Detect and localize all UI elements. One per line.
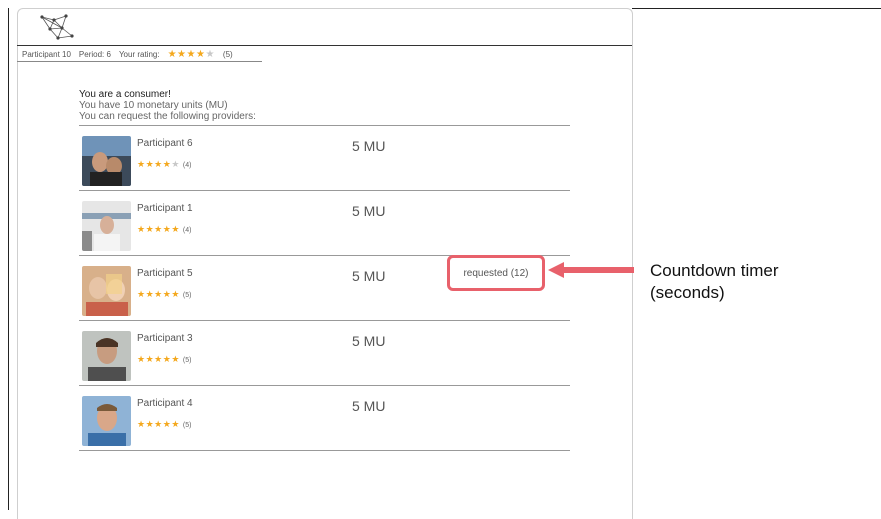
rating-count: (5) xyxy=(182,422,192,429)
frame-edge-top xyxy=(632,8,881,9)
star-icon: ★ xyxy=(171,419,180,429)
provider-row[interactable]: Participant 6 ★★★★★ (4) 5 MU xyxy=(79,126,570,191)
star-icon: ★ xyxy=(171,289,180,299)
star-icon: ★ xyxy=(145,289,155,299)
annotation-line-2: (seconds) xyxy=(650,283,725,302)
star-icon: ★ xyxy=(154,289,163,299)
star-icon: ★ xyxy=(137,354,146,364)
rating-count: (5) xyxy=(182,357,192,364)
star-icon: ★ xyxy=(205,49,215,60)
request-status-badge[interactable]: requested (12) xyxy=(447,255,545,291)
provider-row[interactable]: Participant 3 ★★★★★ (5) 5 MU xyxy=(79,321,570,386)
provider-rating: ★★★★★ (5) xyxy=(137,419,191,430)
header-divider xyxy=(17,45,632,46)
balance-text: You have 10 monetary units (MU) xyxy=(79,100,228,111)
frame-edge-left xyxy=(8,8,9,510)
star-icon: ★ xyxy=(137,224,146,234)
avatar xyxy=(82,266,131,316)
star-half-icon: ★ xyxy=(171,224,180,234)
role-heading: You are a consumer! xyxy=(79,89,171,100)
provider-price: 5 MU xyxy=(352,333,386,349)
star-icon: ★ xyxy=(137,289,146,299)
star-icon: ★ xyxy=(177,49,187,60)
star-icon: ★ xyxy=(171,159,180,169)
annotation-callout: Countdown timer (seconds) xyxy=(650,260,779,304)
star-icon: ★ xyxy=(145,224,155,234)
star-icon: ★ xyxy=(186,49,196,60)
provider-price: 5 MU xyxy=(352,398,386,414)
annotation-line-1: Countdown timer xyxy=(650,261,779,280)
provider-row[interactable]: Participant 1 ★★★★★ (4) 5 MU xyxy=(79,191,570,256)
provider-rating: ★★★★★ (4) xyxy=(137,224,191,235)
star-icon: ★ xyxy=(154,419,163,429)
provider-name: Participant 1 xyxy=(137,203,193,214)
star-icon: ★ xyxy=(154,224,163,234)
network-graph-icon xyxy=(40,14,74,40)
rating-count: (4) xyxy=(182,162,192,169)
left-arrow-icon xyxy=(548,262,634,278)
avatar xyxy=(82,331,131,381)
star-icon: ★ xyxy=(167,49,178,60)
request-countdown-text: requested (12) xyxy=(463,267,529,279)
star-icon: ★ xyxy=(137,159,146,169)
avatar xyxy=(82,136,131,186)
rating-count: (5) xyxy=(222,50,233,59)
provider-name: Participant 3 xyxy=(137,333,193,344)
provider-name: Participant 5 xyxy=(137,268,193,279)
star-icon: ★ xyxy=(145,354,155,364)
provider-price: 5 MU xyxy=(352,203,386,219)
period-label: Period: 6 xyxy=(78,50,111,59)
intro-block: You are a consumer! You have 10 monetary… xyxy=(79,89,256,122)
own-rating-stars: ★★★★★ xyxy=(168,49,215,60)
star-icon: ★ xyxy=(154,159,163,169)
instruction-text: You can request the following providers: xyxy=(79,111,256,122)
avatar xyxy=(82,201,131,251)
star-icon: ★ xyxy=(171,354,180,364)
provider-rating: ★★★★★ (5) xyxy=(137,289,191,300)
status-bar: Participant 10 Period: 6 Your rating: ★★… xyxy=(22,49,233,60)
star-icon: ★ xyxy=(145,419,155,429)
star-icon: ★ xyxy=(145,159,155,169)
rating-count: (5) xyxy=(182,292,192,299)
participant-id: Participant 10 xyxy=(22,50,71,59)
provider-price: 5 MU xyxy=(352,268,386,284)
star-icon: ★ xyxy=(154,354,163,364)
rating-label: Your rating: xyxy=(118,50,160,59)
provider-price: 5 MU xyxy=(352,138,386,154)
star-icon: ★ xyxy=(137,419,146,429)
provider-rating: ★★★★★ (4) xyxy=(137,159,191,170)
rating-count: (4) xyxy=(182,227,192,234)
row-divider xyxy=(79,450,570,451)
provider-rating: ★★★★★ (5) xyxy=(137,354,191,365)
provider-name: Participant 4 xyxy=(137,398,193,409)
provider-name: Participant 6 xyxy=(137,138,193,149)
status-divider xyxy=(17,61,262,62)
avatar xyxy=(82,396,131,446)
provider-row[interactable]: Participant 4 ★★★★★ (5) 5 MU xyxy=(79,386,570,451)
